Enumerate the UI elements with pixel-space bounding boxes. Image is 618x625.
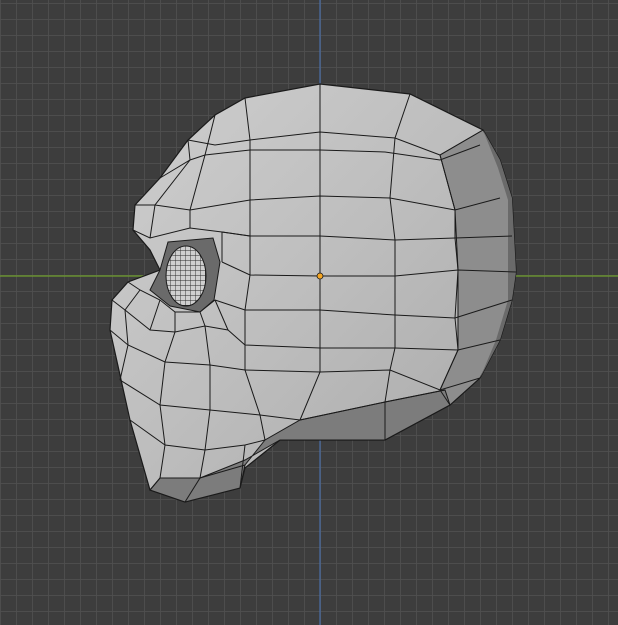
- object-origin[interactable]: [316, 272, 324, 280]
- eyeball[interactable]: [165, 245, 207, 307]
- head-mesh[interactable]: [109, 83, 517, 503]
- 3d-viewport[interactable]: [0, 0, 618, 625]
- viewport-scene[interactable]: [0, 0, 618, 625]
